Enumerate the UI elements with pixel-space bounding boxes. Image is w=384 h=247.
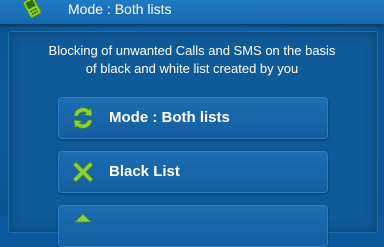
green-icon-partial	[74, 213, 92, 223]
phone-block-icon	[22, 0, 42, 18]
sync-arrows-icon	[73, 107, 93, 129]
black-list-button-label: Black List	[109, 163, 180, 180]
header-bar: Mode : Both lists	[0, 0, 384, 25]
x-mark-icon	[72, 161, 94, 183]
mode-button-label: Mode : Both lists	[109, 109, 230, 126]
header-title: Mode : Both lists	[68, 1, 172, 17]
description-line-1: Blocking of unwanted Calls and SMS on th…	[48, 43, 336, 58]
description-text: Blocking of unwanted Calls and SMS on th…	[10, 42, 374, 78]
black-list-button[interactable]: Black List	[58, 151, 328, 193]
description-line-2: of black and white list created by you	[85, 61, 299, 76]
mode-button[interactable]: Mode : Both lists	[58, 97, 328, 139]
third-list-button[interactable]	[58, 205, 328, 247]
